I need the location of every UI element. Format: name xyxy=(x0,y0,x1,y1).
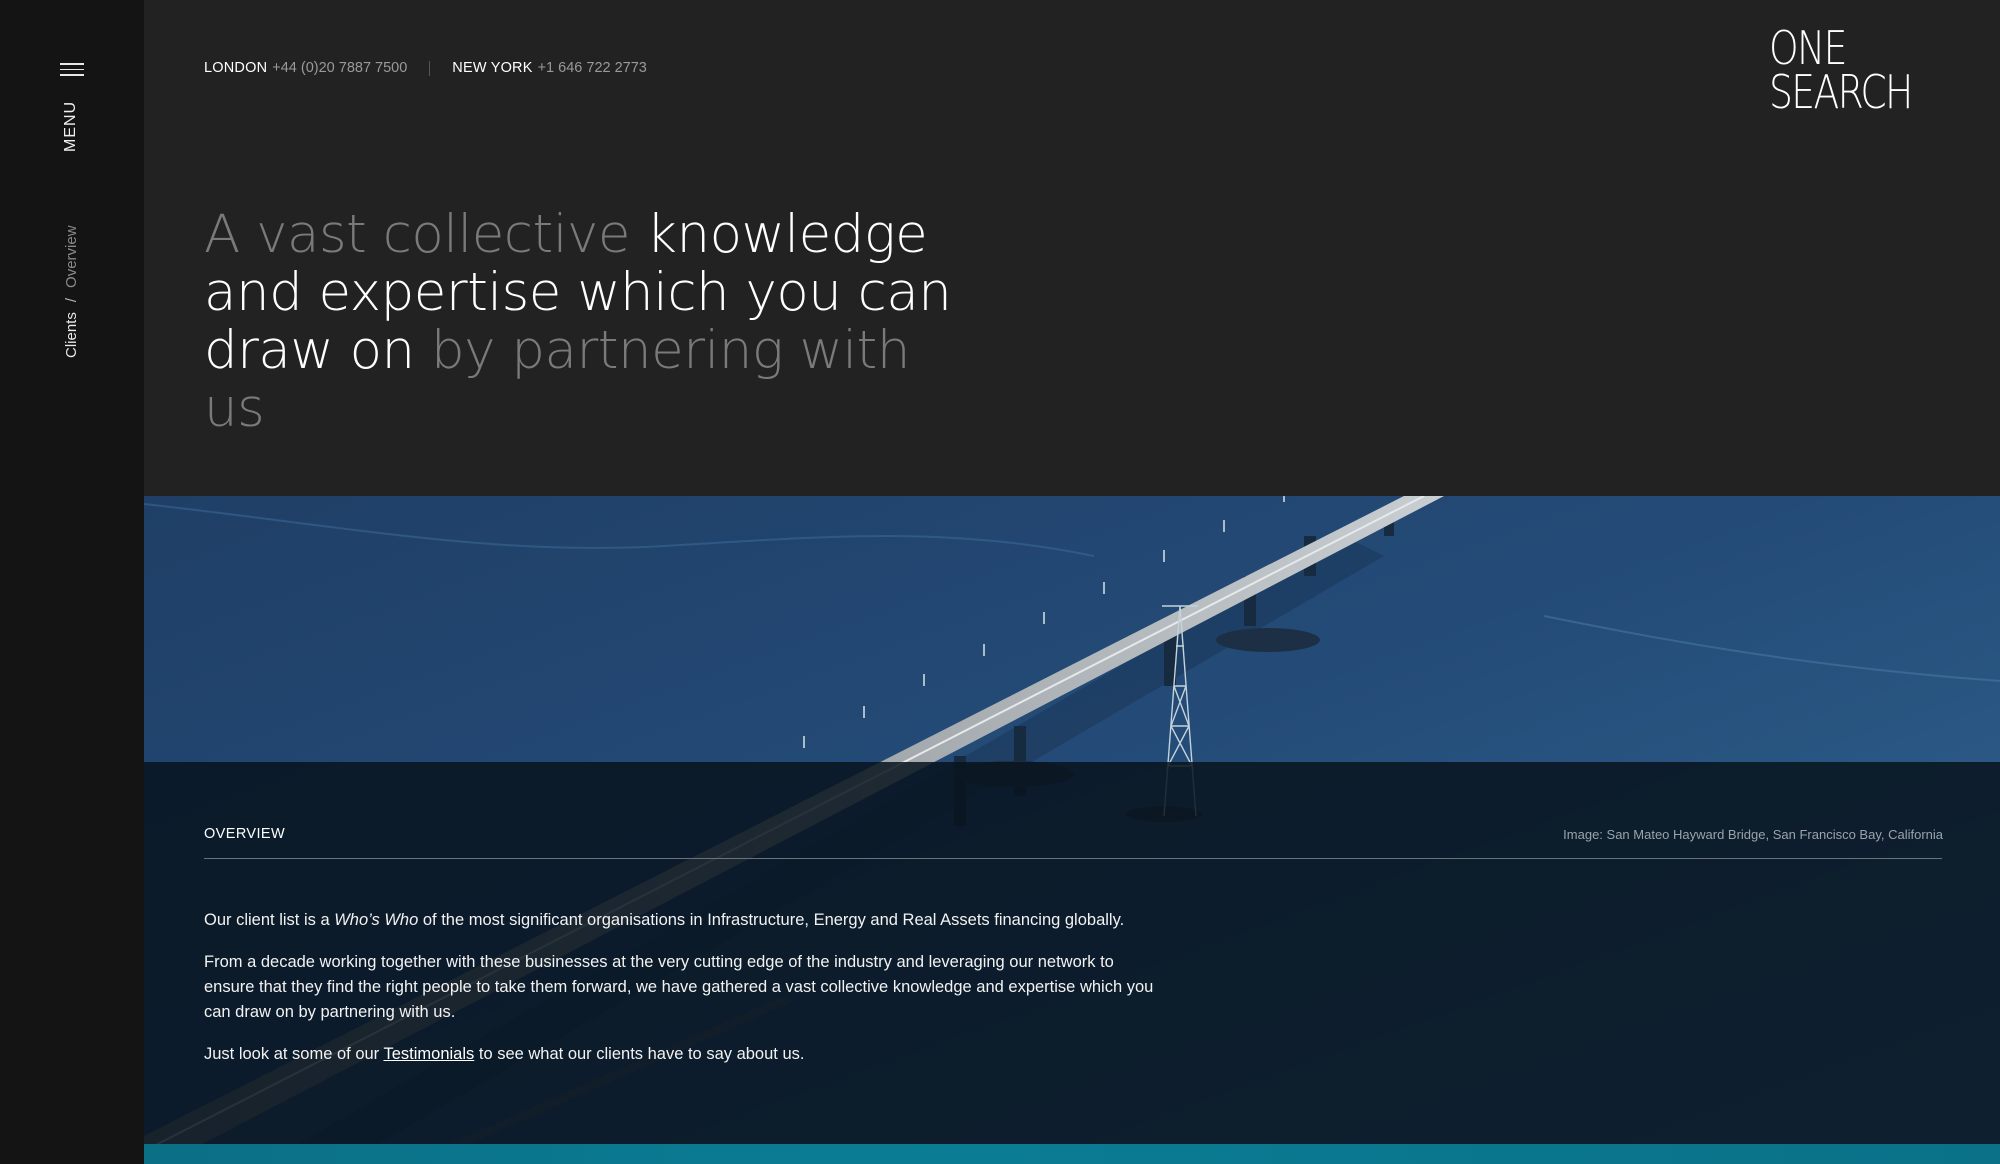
overview-heading: OVERVIEW xyxy=(204,826,286,842)
breadcrumb-separator: / xyxy=(63,297,80,303)
p1-emphasis: Who’s Who xyxy=(334,911,419,929)
p1-before: Our client list is a xyxy=(204,911,330,929)
paragraph-2: From a decade working together with thes… xyxy=(204,953,1154,1021)
section-divider xyxy=(204,858,1942,859)
testimonials-link[interactable]: Testimonials xyxy=(383,1045,474,1063)
p3-after: to see what our clients have to say abou… xyxy=(478,1045,805,1063)
paragraph-1: Our client list is a Who’s Who of the mo… xyxy=(204,908,1164,933)
hero-headline: A vast collective knowledge and expertis… xyxy=(204,206,964,438)
menu-button[interactable]: MENU xyxy=(62,101,80,152)
image-caption: Image: San Mateo Hayward Bridge, San Fra… xyxy=(1563,827,1943,842)
p1-after: of the most significant organisations in… xyxy=(422,911,1125,929)
logo-line-2: SEARCH xyxy=(1768,65,1913,119)
contact-divider xyxy=(429,60,431,76)
hamburger-icon[interactable] xyxy=(60,63,84,77)
breadcrumb-clients-link[interactable]: Clients xyxy=(63,312,80,358)
sidebar: MENU Clients / Overview xyxy=(0,0,144,1164)
london-phone[interactable]: +44 (0)20 7887 7500 xyxy=(272,60,407,76)
breadcrumb: Clients / Overview xyxy=(63,225,80,358)
hero-text-dim-start: A vast collective xyxy=(204,204,630,265)
paragraph-3: Just look at some of our Testimonials to… xyxy=(204,1042,1164,1067)
footer-accent-bar xyxy=(144,1144,2000,1164)
new-york-label: NEW YORK xyxy=(452,60,533,76)
logo[interactable]: ONE SEARCH xyxy=(1768,21,1943,119)
p3-before: Just look at some of our xyxy=(204,1045,380,1063)
contact-bar: LONDON +44 (0)20 7887 7500 NEW YORK +1 6… xyxy=(204,60,647,76)
logo-line-1: ONE xyxy=(1768,21,1847,75)
breadcrumb-current: Overview xyxy=(63,225,80,288)
london-label: LONDON xyxy=(204,60,268,76)
new-york-phone[interactable]: +1 646 722 2773 xyxy=(538,60,647,76)
overview-body: Our client list is a Who’s Who of the mo… xyxy=(204,908,1164,1084)
